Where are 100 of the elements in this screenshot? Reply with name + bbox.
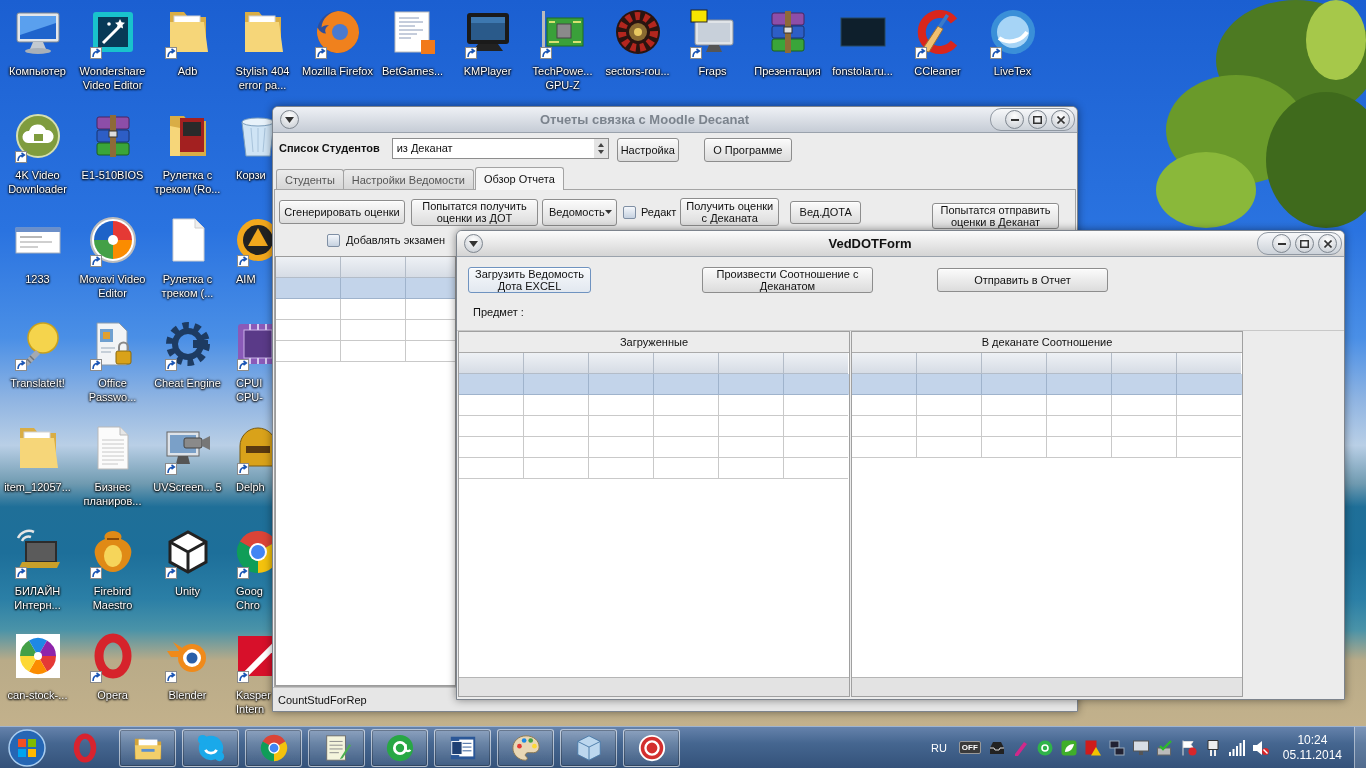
desktop-icon-label[interactable]: item_12057... [4,480,71,494]
table-cell [341,320,406,341]
desktop-icon-label[interactable]: Рулетка с треком (Ro... [150,168,225,196]
desktop-icon-label[interactable]: E1-510BIOS [81,168,144,182]
plug-icon[interactable] [1204,739,1221,756]
taskbar-button[interactable] [623,728,680,767]
toolbar-button[interactable]: Настройка [616,137,679,162]
inbox-icon[interactable] [988,739,1005,756]
sphere-icon[interactable] [988,8,1037,56]
tab[interactable]: Настройки Ведомости [342,169,474,189]
table-cell [276,278,341,299]
desktop-icon-label[interactable]: BetGames... [381,64,444,78]
taskbar-button[interactable] [245,728,302,767]
taskbar-button[interactable] [497,728,554,767]
desktop-icon-label[interactable]: Stylish 404 error pa... [225,64,300,92]
desktop-icon-label[interactable]: AIM [236,272,256,286]
checkbox-label[interactable]: Добавлять экзамен [346,234,446,246]
desktop-icon-label[interactable]: Презентация [754,64,821,78]
tray-badge[interactable]: OFF [958,741,981,754]
table-cell [852,374,917,395]
toolbar-button[interactable]: Получить оценки с Деканата [680,198,780,226]
computers-icon[interactable] [1108,739,1125,756]
desktop-icon-label[interactable]: Wondershare Video Editor [75,64,150,92]
desktop-icon-label[interactable]: TechPowe... GPU-Z [525,64,600,92]
cloud-icon[interactable] [13,112,62,160]
desktop-icon-label[interactable]: БИЛАЙН Интерн... [0,584,75,612]
gear-icon[interactable] [163,320,212,368]
show-desktop-button[interactable] [1354,727,1366,768]
desktop-icon-label[interactable]: Adb [177,64,198,78]
toolbar-button[interactable]: Сгенерировать оценки [279,200,405,224]
ring-badge-icon [384,732,415,763]
checkbox[interactable] [623,205,636,219]
ring-badge-icon[interactable] [1036,739,1053,756]
clock[interactable]: 10:24 05.11.2014 [1278,732,1346,763]
desktop-icon-label[interactable]: Корзи [236,168,266,182]
roulette-wheel-icon[interactable] [613,8,662,56]
tab[interactable]: Студенты [276,169,344,189]
form-button[interactable]: Загрузить Ведомость Дота EXCEL [468,267,591,293]
taskbar-button[interactable] [434,728,491,767]
taskbar-button[interactable] [371,728,428,767]
close-button[interactable] [1318,234,1337,253]
desktop-icon-label[interactable]: Бизнес планиров... [75,480,150,508]
color-wheel-icon[interactable] [13,632,62,680]
tab[interactable]: Обзор Отчета [474,167,564,190]
desktop-icon-label[interactable]: Movavi Video Editor [75,272,150,300]
table-cell [589,437,654,458]
speaker-muted-icon[interactable] [1252,739,1269,756]
table-cell [459,437,524,458]
flag-icon[interactable] [1180,739,1197,756]
table-cell [459,416,524,437]
maximize-button[interactable] [1295,234,1314,253]
minimize-icon [1277,242,1286,245]
dropdown-button[interactable]: Ведомость [542,198,617,226]
toolbar-button[interactable]: Вед.ДОТА [790,200,862,224]
table-cell [589,374,654,395]
table-cell [1047,416,1112,437]
desktop-icon-label[interactable]: Goog Chro [236,584,272,612]
window-menu-button[interactable] [280,110,299,129]
taskbar-button[interactable] [308,728,365,767]
taskbar-button[interactable] [182,728,239,767]
form-button[interactable]: Произвести Соотношение с Деканатом [702,267,873,293]
minimize-button[interactable] [1272,234,1291,253]
toolbar-button[interactable]: Попытатся отправить оценки в Деканат [932,203,1059,229]
desktop-icon-label[interactable]: UVScreen... 5 [153,480,222,494]
palette-icon [510,732,541,763]
desktop-icon-label[interactable]: Unity [174,584,201,598]
close-button[interactable] [1051,110,1070,129]
toolbar-button[interactable]: Попытатся получить оценки из ДОТ [411,198,538,226]
desktop-icon-label[interactable]: 1233 [25,272,50,286]
desktop-icon-label[interactable]: fonstola.ru... [832,64,893,78]
desktop-icon-label[interactable]: Fraps [698,64,727,78]
desktop-icon-label[interactable]: Mozilla Firefox [302,64,373,78]
taskbar-button[interactable] [119,728,176,767]
desktop-icon-label[interactable]: CCleaner [914,64,961,78]
table-cell [917,374,982,395]
desktop-icon-label[interactable]: KMPlayer [463,64,512,78]
desktop-icon-label[interactable]: 4K Video Downloader [0,168,75,196]
desktop-icon-label[interactable]: Рулетка с треком (... [150,272,225,300]
drive-check-icon[interactable] [1156,739,1173,756]
caret-down-icon [285,116,294,123]
desktop-icon-label[interactable]: sectors-rou... [605,64,670,78]
taskbar-button[interactable] [560,728,617,767]
toolbar-button[interactable]: О Программе [703,137,792,162]
signal-icon[interactable] [1228,739,1245,756]
desktop-icon-label[interactable]: Firebird Maestro [75,584,150,612]
checkbox[interactable] [327,233,340,247]
warning-icon[interactable] [1084,739,1101,756]
form-button[interactable]: Отправить в Отчет [937,268,1108,292]
window-menu-button[interactable] [464,234,483,253]
maximize-button[interactable] [1028,110,1047,129]
pinwheel-icon[interactable] [88,216,137,264]
desktop-icon-label[interactable]: Компьютер [9,64,66,78]
desktop-icon-label[interactable]: LiveTex [993,64,1032,78]
language-button[interactable]: RU [928,741,949,754]
minimize-button[interactable] [1005,110,1024,129]
desktop-icon-label[interactable]: Delph [236,480,265,494]
leaf-icon[interactable] [1060,739,1077,756]
checkbox-label[interactable]: Редакт [641,206,677,218]
source-combo-box[interactable]: из Деканат [391,137,609,159]
table-cell [982,395,1047,416]
